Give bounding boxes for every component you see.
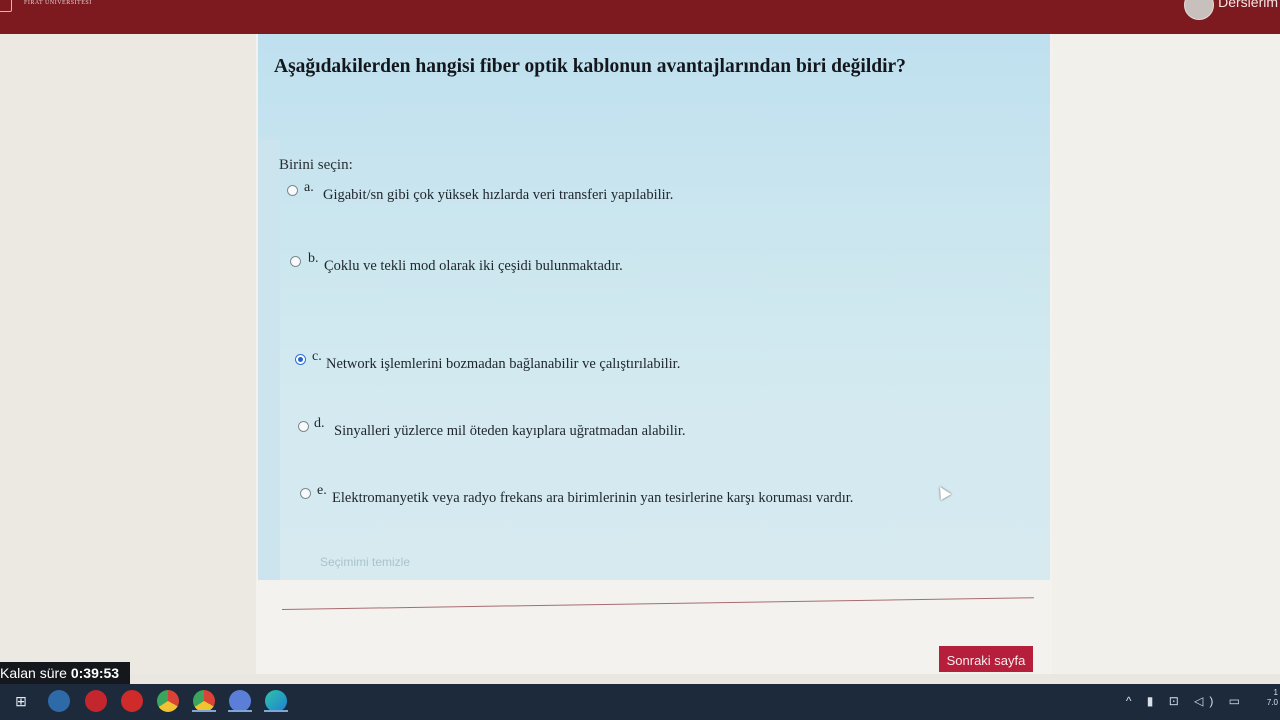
clock-time: 1 — [1273, 688, 1278, 697]
option-e-text[interactable]: Elektromanyetik veya radyo frekans ara b… — [332, 490, 853, 507]
option-c-text[interactable]: Network işlemlerini bozmadan bağlanabili… — [326, 356, 680, 373]
logo-mark-icon — [0, 0, 12, 12]
user-avatar[interactable] — [1184, 0, 1214, 20]
option-b-radio[interactable] — [290, 256, 301, 267]
option-a-text[interactable]: Gigabit/sn gibi çok yüksek hızlarda veri… — [323, 187, 673, 204]
taskbar-clock[interactable]: 1 7.0 — [1267, 688, 1278, 708]
video-call-icon[interactable] — [229, 690, 251, 712]
clear-selection-link[interactable]: Seçimimi temizle — [320, 555, 410, 569]
active-app-indicator — [264, 710, 288, 712]
logo-text: FIRAT ÜNİVERSİTESİ — [24, 0, 92, 6]
system-tray-icons[interactable]: ^ ▮ ⊡ ◁) ▭ — [1126, 694, 1246, 708]
next-page-button[interactable]: Sonraki sayfa — [939, 646, 1033, 672]
my-courses-link[interactable]: Derslerim — [1218, 0, 1278, 10]
choose-one-prompt: Birini seçin: — [279, 157, 353, 173]
active-app-indicator — [192, 710, 216, 712]
steam-icon[interactable] — [48, 690, 70, 712]
chrome-profile-icon[interactable] — [193, 690, 215, 712]
remaining-time-value: 0:39:53 — [70, 665, 120, 681]
page-right-margin — [1050, 34, 1280, 674]
question-text: Aşağıdakilerden hangisi fiber optik kabl… — [274, 56, 906, 77]
option-c-radio[interactable] — [295, 354, 306, 365]
option-d-text[interactable]: Sinyalleri yüzlerce mil öteden kayıplara… — [334, 423, 686, 440]
option-b-letter: b. — [308, 251, 319, 266]
remaining-time: Kalan süre 0:39:53 — [0, 662, 130, 684]
chrome-icon[interactable] — [157, 690, 179, 712]
page-left-margin — [0, 34, 258, 674]
option-b-text[interactable]: Çoklu ve tekli mod olarak iki çeşidi bul… — [324, 258, 623, 275]
edge-icon[interactable] — [265, 690, 287, 712]
option-a-letter: a. — [304, 180, 314, 195]
option-a-radio[interactable] — [287, 185, 298, 196]
top-navbar: FIRAT ÜNİVERSİTESİ Derslerim — [0, 0, 1280, 34]
option-e-letter: e. — [317, 483, 327, 498]
clock-date: 7.0 — [1266, 698, 1278, 707]
active-app-indicator — [228, 710, 252, 712]
taskbar — [0, 684, 1280, 720]
option-e-radio[interactable] — [300, 488, 311, 499]
remaining-time-label: Kalan süre — [0, 665, 71, 681]
media-player-icon[interactable] — [85, 690, 107, 712]
task-view-icon[interactable]: ⊞ — [10, 690, 32, 712]
option-d-radio[interactable] — [298, 421, 309, 432]
question-card-inner — [258, 140, 280, 580]
option-d-letter: d. — [314, 416, 325, 431]
option-c-letter: c. — [312, 349, 322, 364]
opera-icon[interactable] — [121, 690, 143, 712]
